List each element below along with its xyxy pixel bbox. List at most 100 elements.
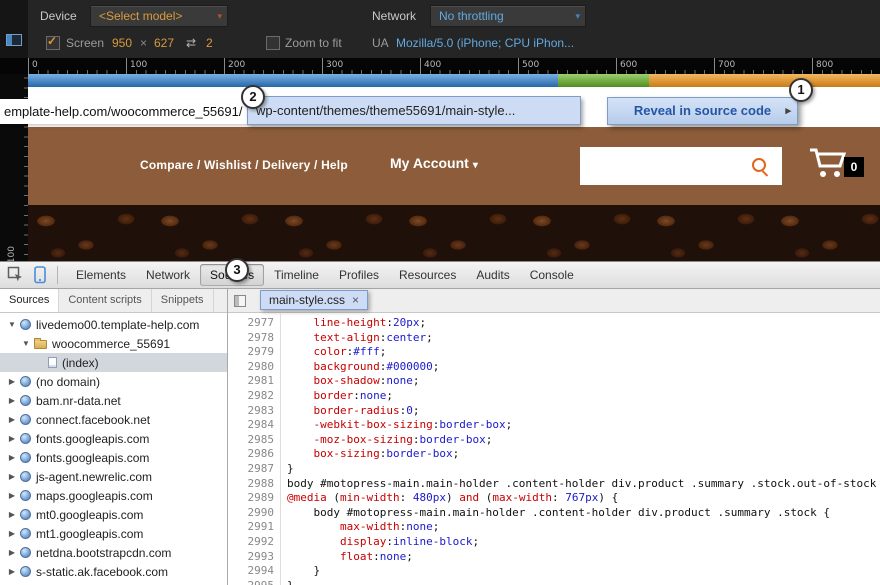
line-number[interactable]: 2979 [228,345,274,360]
toolbar-corner [0,0,28,58]
disclosure-arrow-icon[interactable]: ▼ [20,339,32,348]
line-number[interactable]: 2987 [228,462,274,477]
disclosure-arrow-icon[interactable]: ▶ [6,567,18,576]
editor-tab-main-style[interactable]: main-style.css × [260,290,368,310]
disclosure-arrow-icon[interactable]: ▼ [6,320,18,329]
tab-elements[interactable]: Elements [66,262,136,288]
line-number[interactable]: 2992 [228,535,274,550]
tab-profiles[interactable]: Profiles [329,262,389,288]
code-line: display:inline-block; [287,535,880,550]
disclosure-arrow-icon[interactable]: ▶ [6,434,18,443]
line-number[interactable]: 2981 [228,374,274,389]
dock-panel-icon[interactable] [6,34,22,46]
disclosure-arrow-icon[interactable]: ▶ [6,415,18,424]
tree-item[interactable]: ▶bam.nr-data.net [0,391,227,410]
screen-checkbox[interactable]: ✓ [46,36,60,50]
ua-field[interactable]: Mozilla/5.0 (iPhone; CPU iPhon... [396,31,584,55]
nav-link-wishlist[interactable]: Wishlist [204,158,252,172]
ruler-tick: 200 [224,58,245,74]
tree-item[interactable]: ▶ fonts.googleapis.com [0,429,227,448]
line-number[interactable]: 2978 [228,331,274,346]
ruler-tick: 600 [616,58,637,74]
site-search-input[interactable] [580,147,782,185]
disclosure-arrow-icon[interactable]: ▶ [6,396,18,405]
line-number[interactable]: 2983 [228,404,274,419]
line-number[interactable]: 2980 [228,360,274,375]
nav-link-help[interactable]: Help [321,158,348,172]
tree-item[interactable]: ▶netdna.bootstrapcdn.com [0,543,227,562]
device-model-select[interactable]: <Select model> ▾ [90,5,228,27]
tree-item[interactable]: ▼ woocommerce_55691 [0,334,227,353]
tab-timeline[interactable]: Timeline [264,262,329,288]
device-mode-icon[interactable] [34,266,46,284]
tab-network[interactable]: Network [136,262,200,288]
network-throttling-select[interactable]: No throttling ▾ [430,5,586,27]
tree-item-label: fonts.googleapis.com [36,432,149,446]
screen-width-field[interactable]: 950 [112,31,132,55]
tree-item[interactable]: ▶connect.facebook.net [0,410,227,429]
tree-item[interactable]: ▶js-agent.newrelic.com [0,467,227,486]
line-number[interactable]: 2988 [228,477,274,492]
tree-item[interactable]: ▶mt0.googleapis.com [0,505,227,524]
tree-item[interactable]: ▶maps.googleapis.com [0,486,227,505]
media-query-bar-blue[interactable] [28,74,558,87]
my-account-menu[interactable]: My Account▾ [390,155,478,171]
code-area[interactable]: 2977297829792980298129822983298429852986… [228,313,880,585]
nav-link-compare[interactable]: Compare [140,158,193,172]
line-number[interactable]: 2985 [228,433,274,448]
tree-item[interactable]: ▶mt1.googleapis.com [0,524,227,543]
line-number[interactable]: 2982 [228,389,274,404]
line-number[interactable]: 2991 [228,520,274,535]
line-number[interactable]: 2984 [228,418,274,433]
tab-audits[interactable]: Audits [466,262,519,288]
sidebar-tab-sources[interactable]: Sources [0,289,59,312]
disclosure-arrow-icon[interactable]: ▶ [6,529,18,538]
toolbar-divider [57,266,58,284]
domain-icon [20,452,31,463]
close-tab-icon[interactable]: × [352,294,359,306]
swap-dimensions-icon[interactable]: ⇄ [186,31,196,55]
tree-item[interactable]: ▼livedemo00.template-help.com [0,315,227,334]
url-tooltip-plain: emplate-help.com/woocommerce_55691/ [0,99,248,124]
search-icon[interactable] [752,158,766,172]
line-number[interactable]: 2993 [228,550,274,565]
scale-value[interactable]: 2 [206,31,213,55]
disclosure-arrow-icon[interactable]: ▶ [6,548,18,557]
line-number[interactable]: 2994 [228,564,274,579]
toggle-navigator-icon[interactable] [234,295,246,307]
line-number[interactable]: 2986 [228,447,274,462]
disclosure-arrow-icon[interactable]: ▶ [6,453,18,462]
inspect-element-icon[interactable] [7,266,24,283]
device-toolbar: Device <Select model> ▾ Network No throt… [0,0,880,58]
tab-console[interactable]: Console [520,262,584,288]
screenshot-root: Device <Select model> ▾ Network No throt… [0,0,880,585]
domain-icon [20,566,31,577]
tree-item[interactable]: ▶fonts.googleapis.com [0,448,227,467]
disclosure-arrow-icon[interactable]: ▶ [6,510,18,519]
disclosure-arrow-icon[interactable]: ▶ [6,491,18,500]
zoom-to-fit-checkbox[interactable] [266,36,280,50]
line-number[interactable]: 2977 [228,316,274,331]
media-query-bar-green[interactable] [558,74,649,87]
line-number[interactable]: 2989 [228,491,274,506]
tab-resources[interactable]: Resources [389,262,466,288]
line-number[interactable]: 2990 [228,506,274,521]
tree-item[interactable]: ▶s-static.ak.facebook.com [0,562,227,581]
sidebar-tab-snippets[interactable]: Snippets [152,289,214,312]
reveal-in-source-button[interactable]: Reveal in source code ▸ [607,97,798,125]
screen-height-field[interactable]: 627 [154,31,174,55]
line-number[interactable]: 2995 [228,579,274,585]
media-query-bar-orange[interactable] [649,74,880,87]
cart-button[interactable] [808,147,848,184]
disclosure-arrow-icon[interactable]: ▶ [6,377,18,386]
disclosure-arrow-icon[interactable]: ▶ [6,472,18,481]
domain-icon [20,319,31,330]
code-line: } [287,564,880,579]
sidebar-tabs: SourcesContent scriptsSnippets [0,289,227,313]
tree-item[interactable]: (index) [0,353,227,372]
nav-link-delivery[interactable]: Delivery [262,158,310,172]
tree-item[interactable]: ▶(no domain) [0,372,227,391]
domain-icon [20,547,31,558]
tree-item-label: woocommerce_55691 [52,337,170,351]
sidebar-tab-content-scripts[interactable]: Content scripts [59,289,151,312]
